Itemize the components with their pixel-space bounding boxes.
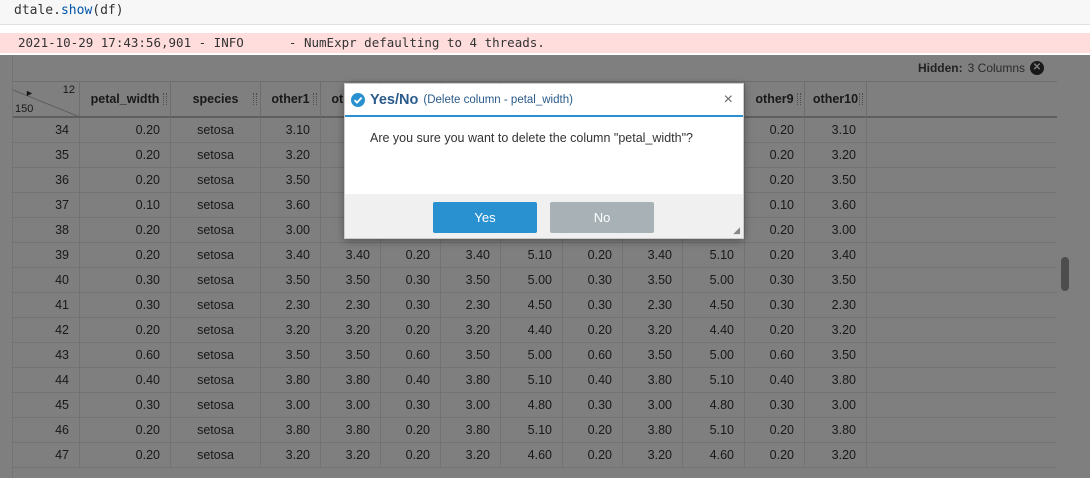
dialog-title: Yes/No	[370, 91, 419, 108]
no-button[interactable]: No	[550, 202, 654, 233]
dialog-body: Are you sure you want to delete the colu…	[345, 119, 743, 194]
dialog-message: Are you sure you want to delete the colu…	[370, 131, 693, 145]
dialog-subtitle: (Delete column - petal_width)	[423, 93, 573, 106]
yes-button[interactable]: Yes	[433, 202, 537, 233]
code-cell[interactable]: dtale.show(df)	[0, 0, 1090, 25]
code-line: dtale.show(df)	[14, 3, 124, 18]
close-icon[interactable]: ×	[724, 91, 733, 109]
dialog-header: Yes/No (Delete column - petal_width) ×	[345, 84, 743, 117]
confirm-dialog: Yes/No (Delete column - petal_width) × A…	[344, 83, 744, 239]
check-circle-icon	[351, 92, 365, 107]
stderr-log-line: 2021-10-29 17:43:56,901 - INFO - NumExpr…	[0, 33, 1090, 53]
resize-handle-icon[interactable]: ◢	[733, 225, 740, 236]
dialog-footer: Yes No ◢	[345, 194, 743, 238]
